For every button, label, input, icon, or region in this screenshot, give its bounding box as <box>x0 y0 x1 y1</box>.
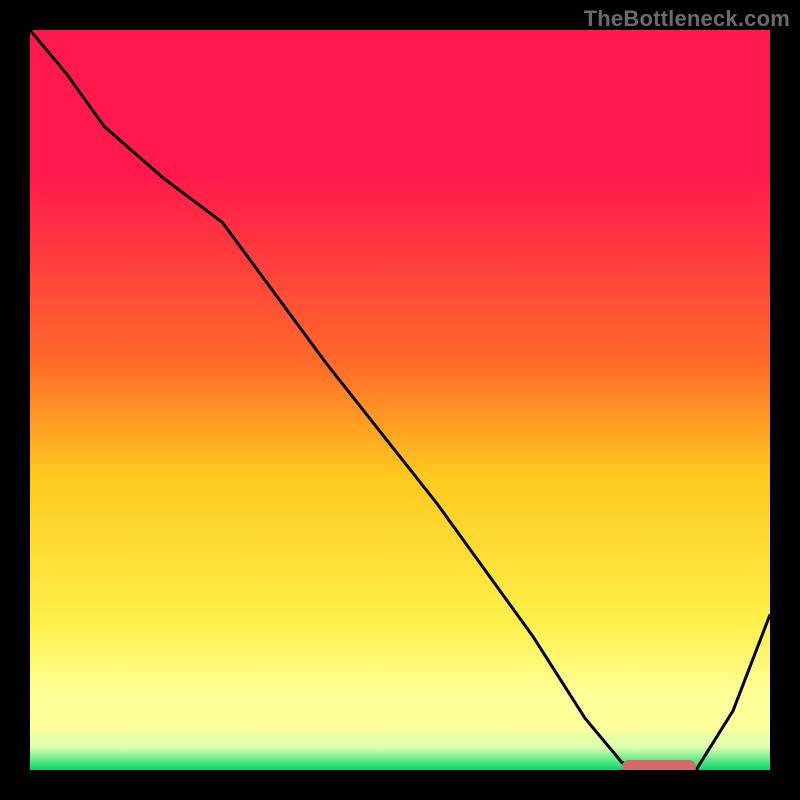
optimal-range-marker <box>622 760 696 770</box>
gradient-background <box>30 30 770 770</box>
watermark-text: TheBottleneck.com <box>584 6 790 32</box>
chart-frame: TheBottleneck.com <box>0 0 800 800</box>
plot-area <box>30 30 770 770</box>
chart-svg <box>30 30 770 770</box>
